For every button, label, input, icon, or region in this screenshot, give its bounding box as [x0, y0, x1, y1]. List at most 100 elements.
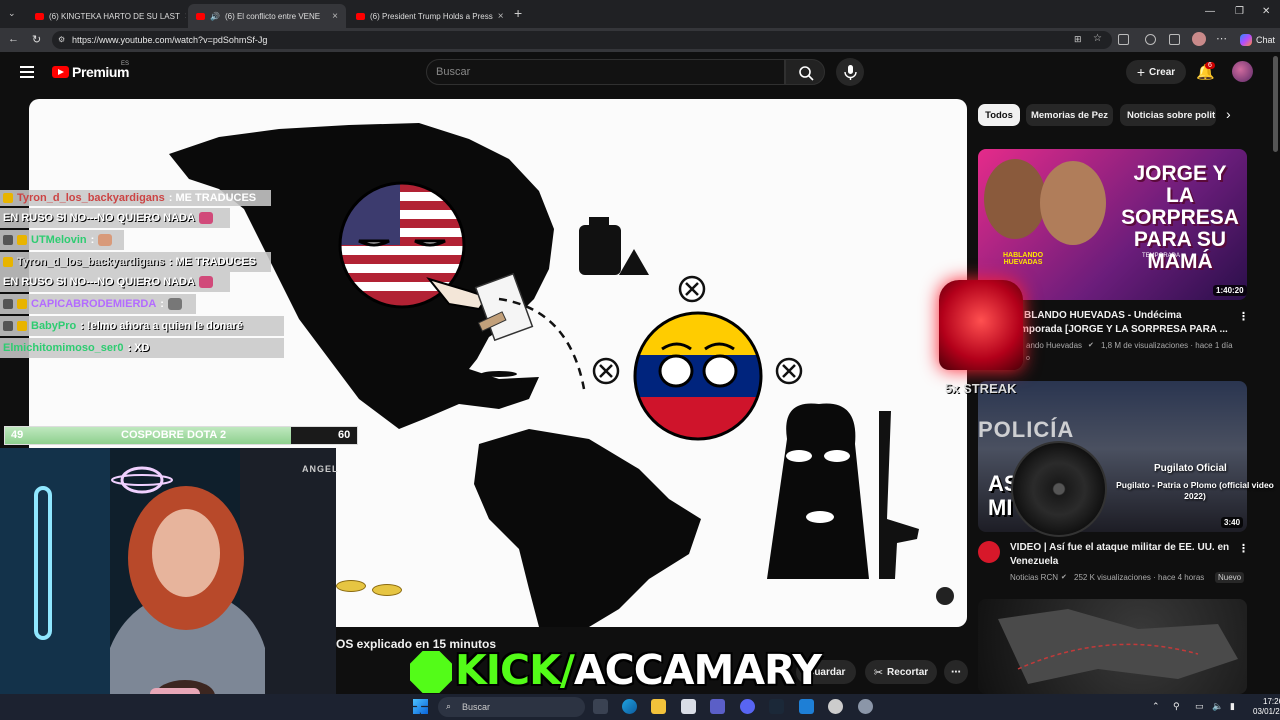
- create-button[interactable]: + Crear: [1126, 60, 1186, 84]
- reload-icon[interactable]: ↻: [32, 33, 41, 46]
- battery-icon[interactable]: ▮: [1230, 701, 1235, 712]
- back-icon[interactable]: ←: [8, 33, 19, 45]
- map-thumbnail: [998, 609, 1238, 684]
- streak-label: 5x STREAK: [945, 381, 1017, 396]
- more-options-icon[interactable]: ⋮: [1238, 542, 1249, 555]
- siren-icon: [939, 280, 1023, 370]
- volume-icon[interactable]: 🔈: [1212, 701, 1223, 712]
- chips-next-icon[interactable]: ›: [1226, 106, 1231, 122]
- clock-time: 17:26: [1263, 697, 1280, 706]
- chat-text: EN RUSO SI NO---NO QUIERO NADA: [3, 212, 195, 224]
- kick-banner: KICK/ACCAMARY: [455, 646, 822, 694]
- taskbar-search[interactable]: Buscar: [438, 697, 585, 717]
- chat-text: EN RUSO SI NO---NO QUIERO NADA: [3, 276, 195, 288]
- emote-icon: [167, 298, 182, 310]
- chat-label: Chat: [1256, 35, 1276, 45]
- menu-dots-icon[interactable]: ⋯: [1216, 32, 1227, 45]
- teams-icon[interactable]: [710, 699, 725, 714]
- chip-noticias[interactable]: Noticias sobre polit: [1120, 104, 1216, 126]
- more-options-icon[interactable]: ⋮: [1238, 310, 1249, 323]
- site-info-icon[interactable]: ⚙: [58, 35, 65, 44]
- menu-icon[interactable]: [20, 66, 34, 78]
- goal-label: COSPOBRE DOTA 2: [121, 429, 227, 441]
- install-icon[interactable]: ⊞: [1074, 34, 1082, 45]
- verified-badge-icon: [410, 651, 452, 693]
- taskbar-clock[interactable]: 17:26 03/01/2026: [1253, 697, 1280, 717]
- recommendation-title-2b[interactable]: Venezuela: [1010, 555, 1058, 569]
- clip-button[interactable]: ✂ Recortar: [865, 660, 937, 684]
- user-avatar[interactable]: [1232, 61, 1253, 82]
- bookmark-star-icon[interactable]: ☆: [1093, 33, 1102, 44]
- chip-all[interactable]: Todos: [978, 104, 1020, 126]
- windows-taskbar: [0, 694, 1280, 720]
- network-icon[interactable]: ▭: [1195, 701, 1204, 712]
- copilot-chat-button[interactable]: Chat: [1240, 34, 1275, 46]
- search-placeholder: Buscar: [436, 66, 471, 78]
- tab-list-icon[interactable]: ⌄: [8, 8, 16, 19]
- close-icon[interactable]: ×: [332, 11, 338, 22]
- coin-icon: [372, 584, 402, 596]
- chip-memorias[interactable]: Memorias de Pez: [1026, 104, 1113, 126]
- app-icon[interactable]: [799, 699, 814, 714]
- settings-app-icon[interactable]: [828, 699, 843, 714]
- video-meta: 252 K visualizaciones · hace 4 horas: [1074, 573, 1205, 582]
- mod-badge-icon: [3, 235, 13, 245]
- profile-avatar[interactable]: [1192, 32, 1206, 46]
- store-icon[interactable]: [681, 699, 696, 714]
- webcam-feed: [0, 448, 336, 720]
- mod-badge-icon: [3, 321, 13, 331]
- music-disc-icon: [1011, 441, 1107, 537]
- task-view-icon[interactable]: [593, 699, 608, 714]
- verified-icon: ✔: [1088, 342, 1094, 349]
- minimize-icon[interactable]: —: [1205, 6, 1215, 17]
- webcam-sign: ANGEL: [302, 464, 339, 474]
- clock-date: 03/01/2026: [1253, 707, 1280, 716]
- new-tab-button[interactable]: +: [514, 5, 522, 21]
- favorites-icon[interactable]: [1169, 34, 1180, 45]
- settings-icon[interactable]: [858, 699, 873, 714]
- temporada-label: TEMPORADA: [1142, 253, 1181, 259]
- more-actions-button[interactable]: ⋯: [944, 660, 968, 684]
- channel-avatar[interactable]: [978, 541, 1000, 563]
- search-button[interactable]: [785, 59, 825, 85]
- tab-1[interactable]: (6) KINGTEKA HARTO DE SU LAST ×: [27, 4, 186, 28]
- host-photo-2: [1040, 161, 1106, 245]
- extension-icon[interactable]: [1145, 34, 1156, 45]
- tray-chevron-icon[interactable]: ⌃: [1152, 701, 1160, 712]
- discord-icon[interactable]: [740, 699, 755, 714]
- close-icon[interactable]: ×: [185, 11, 186, 22]
- channel-name[interactable]: ando Huevadas: [1026, 341, 1082, 350]
- maximize-icon[interactable]: ❐: [1235, 6, 1244, 17]
- youtube-favicon-icon: [356, 12, 365, 20]
- badge-icon: [3, 257, 13, 267]
- speaker-icon[interactable]: 🔊: [210, 12, 220, 21]
- emote-icon: [198, 212, 213, 224]
- recommendation-thumbnail-1[interactable]: JORGE Y LA SORPRESA PARA SU MAMÁ HABLAND…: [978, 149, 1247, 300]
- recommendation-thumbnail-3[interactable]: [978, 599, 1247, 694]
- steam-icon[interactable]: [769, 699, 784, 714]
- new-badge: Nuevo: [1215, 572, 1245, 583]
- voice-search-button[interactable]: [836, 58, 864, 86]
- chat-message: Tyron_d_los_backyardigans : ME TRADUCES: [0, 190, 271, 206]
- close-icon[interactable]: ×: [498, 11, 504, 22]
- location-icon[interactable]: ⚲: [1173, 701, 1180, 712]
- search-input[interactable]: [426, 59, 785, 85]
- chat-user: Elmichitomimoso_ser0: [3, 342, 124, 354]
- sub-badge-icon: [17, 299, 27, 309]
- channel-name[interactable]: Noticias RCN: [1010, 573, 1058, 582]
- plus-icon: +: [1136, 64, 1146, 80]
- overlay-text-mi: MI: [988, 495, 1013, 520]
- chat-message: EN RUSO SI NO---NO QUIERO NADA: [0, 272, 230, 292]
- edge-icon[interactable]: [622, 699, 637, 714]
- recommendation-title-2a[interactable]: VIDEO | Así fue el ataque militar de EE.…: [1010, 541, 1229, 555]
- extension-icon[interactable]: [1118, 34, 1129, 45]
- youtube-logo-icon[interactable]: [52, 66, 69, 78]
- tab-2[interactable]: 🔊 (6) El conflicto entre VENE ×: [188, 4, 346, 28]
- window-close-icon[interactable]: ✕: [1262, 6, 1270, 17]
- page-scrollbar[interactable]: [1273, 56, 1278, 152]
- recommendation-title-1a[interactable]: BLANDO HUEVADAS - Undécima: [1024, 309, 1182, 323]
- file-explorer-icon[interactable]: [651, 699, 666, 714]
- recommendation-title-1b[interactable]: mporada [JORGE Y LA SORPRESA PARA ...: [1020, 323, 1228, 337]
- show-badge: HABLANDO HUEVADAS: [1002, 252, 1044, 266]
- tab-3[interactable]: (6) President Trump Holds a Press ×: [348, 4, 510, 28]
